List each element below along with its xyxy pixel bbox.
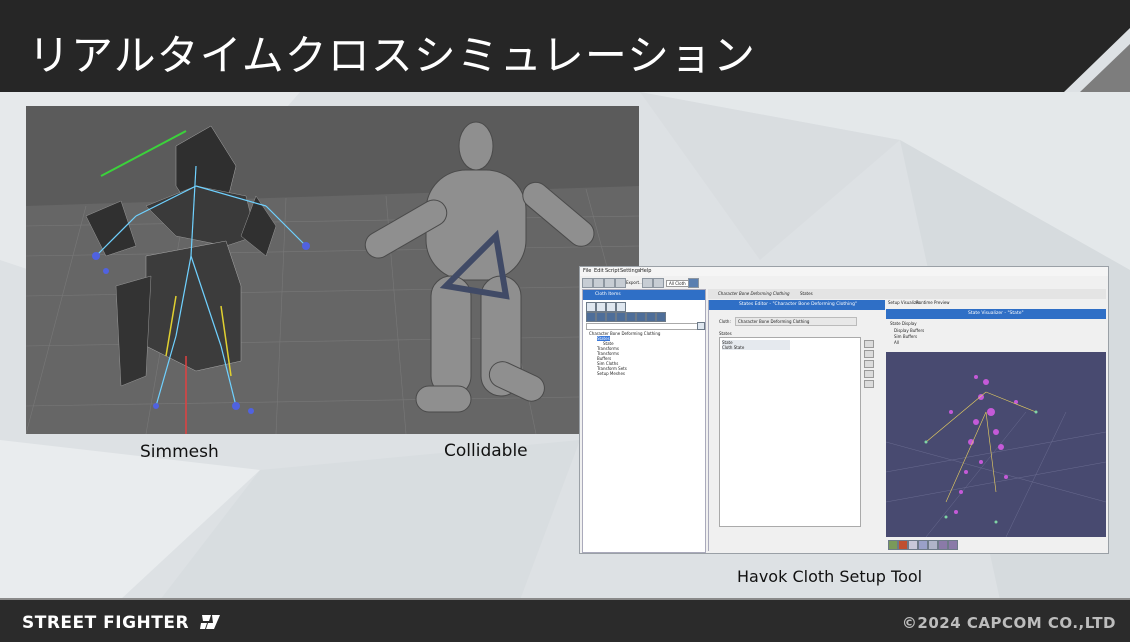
state-list-item-cloth-state[interactable]: Cloth State <box>722 345 790 350</box>
brand-logo: STREET FIGHTER <box>22 613 222 633</box>
document-tabs: Character Bone Deforming Clothing States <box>708 289 1106 299</box>
copyright-text: ©2024 CAPCOM CO.,LTD <box>901 614 1116 632</box>
cloth-items-header: Cloth Items <box>583 290 705 300</box>
add-state-button[interactable] <box>864 340 874 348</box>
havok-cloth-setup-window: File Edit Script Settings Help Export...… <box>579 266 1109 554</box>
brand-name: STREET FIGHTER <box>22 613 190 633</box>
cloth-label: Cloth: <box>719 319 731 324</box>
caption-simmesh: Simmesh <box>140 442 219 462</box>
duplicate-state-button[interactable] <box>864 380 874 388</box>
new-icon[interactable] <box>604 278 615 288</box>
wireframe-icon[interactable] <box>918 540 928 550</box>
caption-collidable: Collidable <box>444 441 528 461</box>
arrow-down-icon[interactable] <box>898 540 908 550</box>
refresh-icon[interactable] <box>642 278 653 288</box>
caption-havok: Havok Cloth Setup Tool <box>737 567 923 586</box>
tool-up-icon[interactable] <box>616 302 626 312</box>
remove-state-button[interactable] <box>864 350 874 358</box>
run-icon[interactable] <box>653 278 664 288</box>
cloth-items-title: Cloth Items <box>595 292 621 297</box>
cloth-items-panel: Cloth Items Character Bone Deforming Clo… <box>582 289 706 553</box>
menu-script[interactable]: Script <box>605 268 620 274</box>
tool-state-icon[interactable] <box>636 312 646 322</box>
states-label: States <box>719 331 732 336</box>
states-editor-title: States Editor - "Character Bone Deformin… <box>739 302 858 307</box>
move-down-button[interactable] <box>864 370 874 378</box>
state-display-label: State Display <box>890 321 917 326</box>
tool-copy-icon[interactable] <box>596 302 606 312</box>
menu-settings[interactable]: Settings <box>620 268 641 274</box>
states-editor-panel: States Editor - "Character Bone Deformin… <box>708 300 885 551</box>
menu-file[interactable]: File <box>583 268 591 274</box>
visualizer-render <box>886 352 1106 537</box>
main-toolbar: Export... All Cloth <box>580 277 708 288</box>
visualizer-toolbar <box>886 538 1106 551</box>
tool-bone-icon[interactable] <box>596 312 606 322</box>
tool-buffer-icon[interactable] <box>606 312 616 322</box>
visualizer-title: State Visualizer - "State" <box>968 311 1024 316</box>
tool-delete-icon[interactable] <box>606 302 616 312</box>
open-icon[interactable] <box>593 278 604 288</box>
tool-collide-icon[interactable] <box>646 312 656 322</box>
filter-search-icon[interactable] <box>697 322 705 330</box>
slide-title: リアルタイムクロスシミュレーション <box>28 31 757 80</box>
cloth-value-field[interactable]: Character Bone Deforming Clothing <box>735 317 857 326</box>
gizmo-icon[interactable] <box>888 540 898 550</box>
video-icon[interactable] <box>948 540 958 550</box>
export-button[interactable]: Export... <box>626 280 643 285</box>
visualizer-3d-view[interactable] <box>886 352 1106 537</box>
camera-icon[interactable] <box>938 540 948 550</box>
option-display-buffers[interactable]: Display Buffers <box>894 328 924 333</box>
tool-mesh-icon[interactable] <box>586 312 596 322</box>
states-list: State Cloth State <box>719 337 861 527</box>
mesh-view-icon[interactable] <box>908 540 918 550</box>
state-visualizer-panel: Setup Visualizer Runtime Preview State V… <box>886 300 1106 551</box>
tool-add-icon[interactable] <box>586 302 596 312</box>
cloth-dropdown[interactable]: All Cloth <box>666 280 689 287</box>
save-icon[interactable] <box>582 278 593 288</box>
menu-bar: File Edit Script Settings Help <box>580 267 1108 276</box>
maya-viewport <box>26 106 639 434</box>
move-up-button[interactable] <box>864 360 874 368</box>
viewport-render <box>26 106 639 434</box>
tab-runtime-preview[interactable]: Runtime Preview <box>916 300 950 305</box>
lock-icon[interactable] <box>928 540 938 550</box>
tree-item-setup-meshes[interactable]: Setup Meshes <box>597 371 625 376</box>
visualizer-header: State Visualizer - "State" <box>886 309 1106 319</box>
states-editor-header: States Editor - "Character Bone Deformin… <box>709 300 885 310</box>
menu-edit[interactable]: Edit <box>594 268 604 274</box>
export-icon[interactable] <box>615 278 626 288</box>
tool-setup-icon[interactable] <box>656 312 666 322</box>
option-sim-buffers[interactable]: Sim Buffers <box>894 334 917 339</box>
tree-filter-input[interactable] <box>586 323 698 330</box>
tool-transform-icon[interactable] <box>626 312 636 322</box>
play-icon[interactable] <box>688 278 699 288</box>
option-all[interactable]: All <box>894 340 899 345</box>
tool-sim-icon[interactable] <box>616 312 626 322</box>
tab-states[interactable]: States <box>800 291 813 296</box>
sf6-logo-icon <box>199 615 220 629</box>
tab-character-bone-clothing[interactable]: Character Bone Deforming Clothing <box>718 291 790 296</box>
menu-help[interactable]: Help <box>640 268 651 274</box>
